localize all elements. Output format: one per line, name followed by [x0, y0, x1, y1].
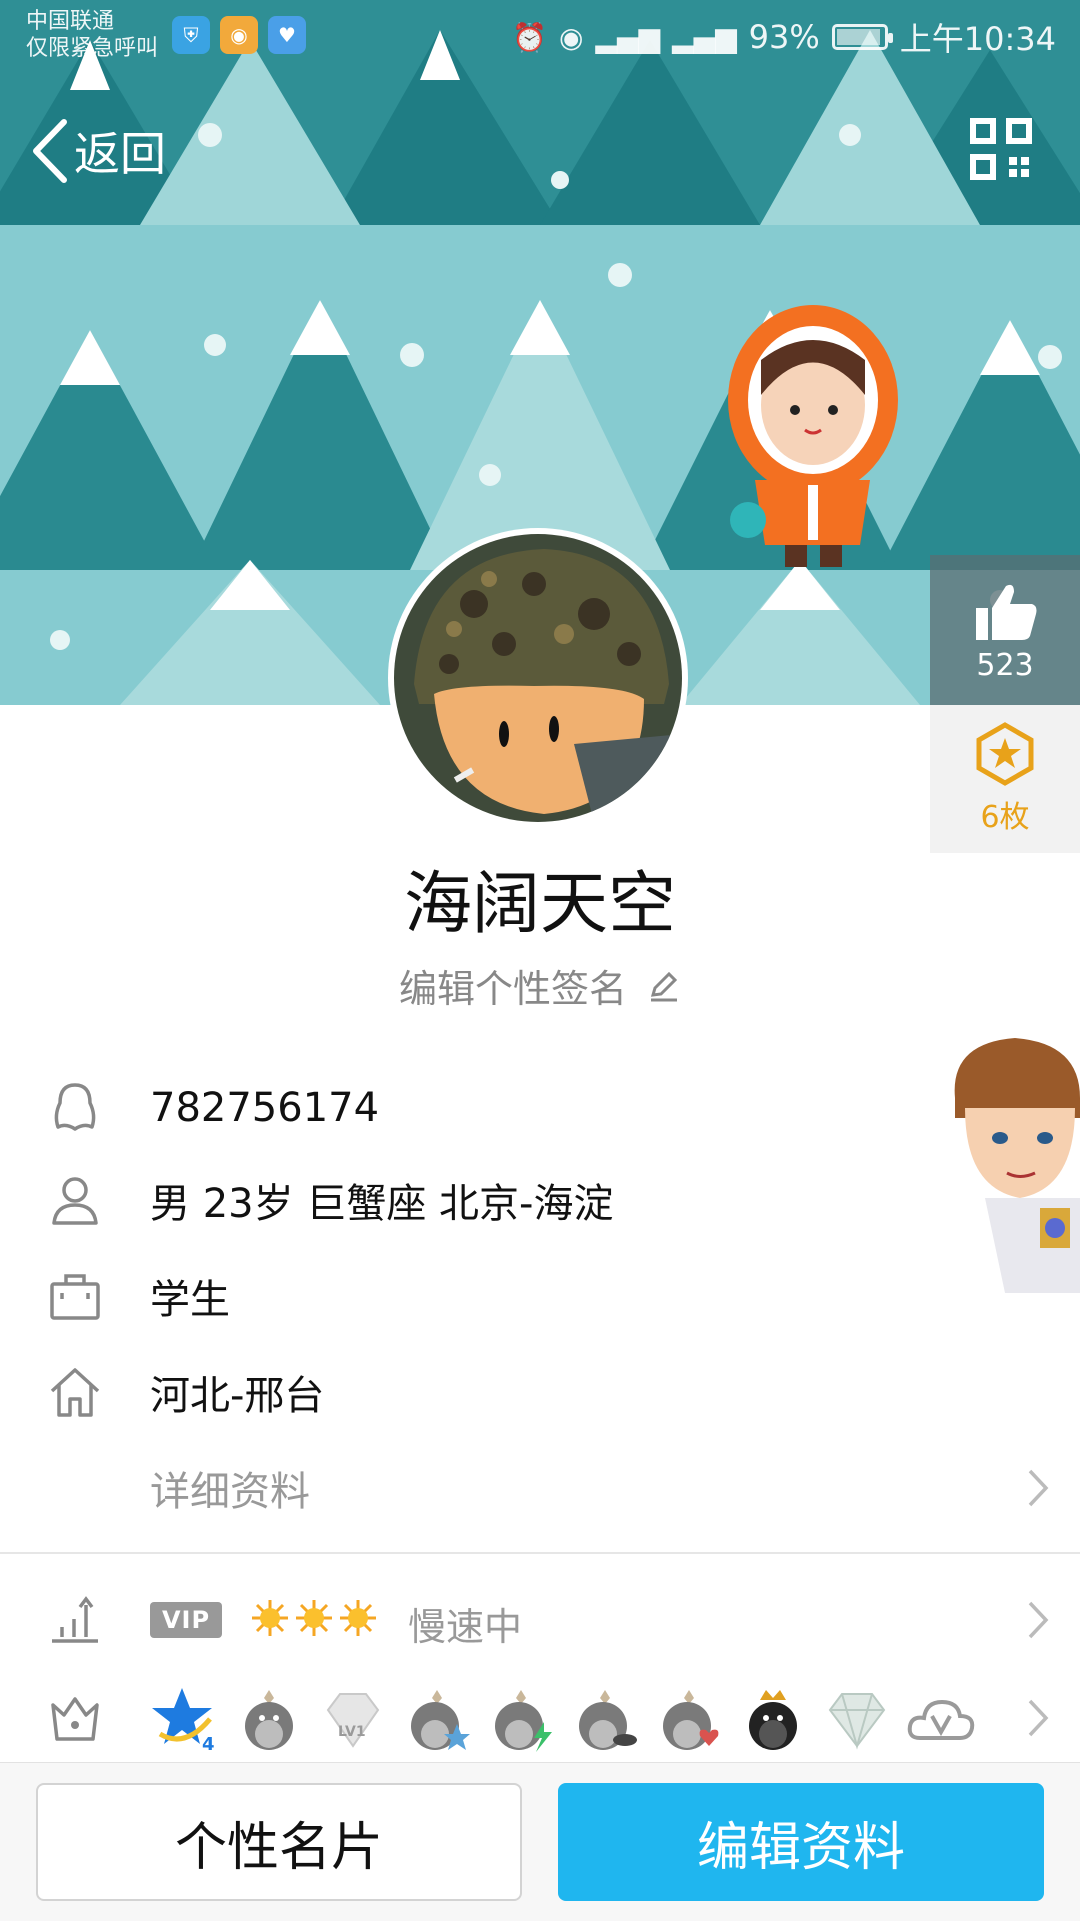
back-button[interactable]: 返回	[28, 116, 166, 186]
signal-no-sim-icon: ▂▄▆	[672, 20, 737, 54]
qr-code-button[interactable]	[970, 118, 1032, 184]
battery-fill	[836, 29, 880, 45]
penguin-crown-badge-icon[interactable]	[738, 1684, 808, 1754]
battery-icon	[831, 24, 893, 50]
edit-profile-button[interactable]: 编辑资料	[558, 1783, 1044, 1901]
side-panel: 523 6枚	[930, 555, 1080, 853]
briefcase-icon	[50, 1274, 100, 1320]
sun-icon	[252, 1600, 288, 1636]
penguin-icon	[54, 1083, 96, 1131]
vip-level-suns	[250, 1598, 378, 1638]
person-icon	[52, 1177, 98, 1225]
cloud-v-badge-icon[interactable]	[906, 1684, 976, 1754]
qr-code-icon	[970, 118, 1032, 180]
sun-icon	[296, 1600, 332, 1636]
avatar-image	[394, 534, 682, 822]
like-button[interactable]: 523	[930, 555, 1080, 705]
lv-label: LV1	[338, 1724, 366, 1740]
carrier-line1: 中国联通	[26, 9, 115, 34]
details-row[interactable]: 详细资料	[0, 1448, 1080, 1528]
qq-number-row: 782756174	[0, 1068, 1080, 1148]
pencil-icon	[650, 971, 678, 1001]
crown-icon	[51, 1697, 99, 1741]
occupation-row: 学生	[0, 1256, 1080, 1336]
carrier-info: 中国联通 仅限紧急呼叫	[26, 8, 158, 62]
sun-icon	[340, 1600, 376, 1636]
like-count: 523	[976, 647, 1034, 683]
level-badge-number: 4	[202, 1734, 215, 1754]
thumbs-up-icon	[976, 584, 1037, 640]
back-label: 返回	[74, 127, 166, 181]
badge-list: 4 LV1	[150, 1684, 976, 1754]
signal-icon: ▂▄▆	[595, 20, 661, 54]
home-icon	[50, 1368, 100, 1417]
basic-info: 男 23岁 巨蟹座 北京-海淀	[150, 1181, 614, 1227]
edit-signature-button[interactable]: 编辑个性签名	[0, 958, 1080, 1013]
growth-chart-icon	[52, 1596, 98, 1643]
alarm-icon: ⏰	[512, 20, 547, 54]
penguin-star-badge-icon[interactable]	[402, 1684, 472, 1754]
medal-count: 6枚	[980, 800, 1030, 835]
shield-app-icon: ⛨	[172, 16, 210, 54]
chevron-left-icon	[33, 119, 67, 183]
diamond-badge-icon[interactable]	[822, 1684, 892, 1754]
bottom-action-bar: 个性名片 编辑资料	[0, 1762, 1080, 1921]
details-label: 详细资料	[150, 1469, 310, 1515]
profile-card-button[interactable]: 个性名片	[36, 1783, 522, 1901]
chevron-right-icon	[1028, 1601, 1049, 1639]
carrier-line2: 仅限紧急呼叫	[26, 36, 159, 61]
penguin-fish-badge-icon[interactable]	[570, 1684, 640, 1754]
eye-icon: ◉	[558, 20, 584, 54]
penguin-lightning-badge-icon[interactable]	[486, 1684, 556, 1754]
status-bar: 中国联通 仅限紧急呼叫 ⛨ ◉ ♥ ⏰ ◉ ▂▄▆ ▂▄▆ 93% 上午10:3…	[0, 0, 1080, 78]
profile-name: 海阔天空	[403, 865, 676, 944]
weibo-app-icon: ◉	[220, 16, 258, 54]
notification-icons: ⛨ ◉ ♥	[172, 16, 306, 54]
clock: 上午10:34	[899, 20, 1056, 58]
battery-percent: 93%	[748, 18, 820, 56]
status-indicators: ⏰ ◉ ▂▄▆ ▂▄▆ 93% 上午10:34	[512, 14, 1056, 60]
penguin-heart-badge-icon[interactable]	[654, 1684, 724, 1754]
occupation: 学生	[150, 1277, 230, 1323]
penguin-badge-icon[interactable]	[234, 1684, 304, 1754]
star-level-badge-icon[interactable]: 4	[150, 1684, 220, 1754]
basic-info-row: 男 23岁 巨蟹座 北京-海淀	[0, 1160, 1080, 1240]
chevron-right-icon	[1028, 1699, 1049, 1737]
vip-status: 慢速中	[408, 1605, 523, 1649]
medal-button[interactable]: 6枚	[930, 705, 1080, 853]
vip-tag: VIP	[150, 1602, 222, 1638]
section-divider	[0, 1552, 1080, 1554]
heart-app-icon: ♥	[268, 16, 306, 54]
hometown: 河北-邢台	[150, 1373, 325, 1419]
avatar[interactable]	[388, 528, 688, 828]
chevron-right-icon	[1028, 1469, 1049, 1507]
signature-label: 编辑个性签名	[398, 967, 627, 1011]
diamond-lv1-badge-icon[interactable]: LV1	[318, 1684, 388, 1754]
hometown-row: 河北-邢台	[0, 1352, 1080, 1432]
qq-number: 782756174	[150, 1085, 380, 1131]
medal-star-icon	[976, 722, 1034, 786]
